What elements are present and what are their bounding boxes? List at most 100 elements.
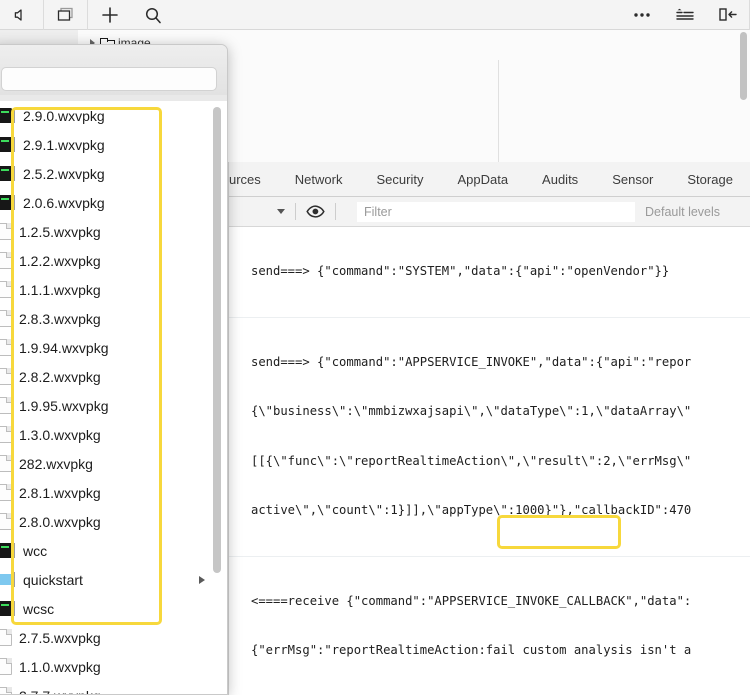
list-detail-icon[interactable] xyxy=(663,0,706,30)
console-line: [[{\"func\":\"reportRealtimeAction\",\"r… xyxy=(251,453,692,468)
terminal-icon xyxy=(0,600,16,617)
tab-sources[interactable]: urces xyxy=(229,162,278,196)
file-name: 2.0.6.wxvpkg xyxy=(23,194,105,211)
devtools-panel: urces Network Security AppData Audits Se… xyxy=(228,162,750,695)
file-name: 2.7.7.wxvpkg xyxy=(19,688,101,695)
tab-sensor[interactable]: Sensor xyxy=(595,162,670,196)
file-icon xyxy=(0,426,12,443)
list-item[interactable]: 282.wxvpkg xyxy=(0,449,227,478)
tab-appdata[interactable]: AppData xyxy=(440,162,525,196)
file-name: 282.wxvpkg xyxy=(19,455,93,472)
list-item[interactable]: 2.7.7.wxvpkg xyxy=(0,681,227,694)
list-item[interactable]: wcsc xyxy=(0,594,227,623)
file-name: 1.9.94.wxvpkg xyxy=(19,339,109,356)
list-item[interactable]: 1.9.95.wxvpkg xyxy=(0,391,227,420)
console-line: {\"business\":\"mmbizwxajsapi\",\"dataTy… xyxy=(251,404,692,418)
file-icon xyxy=(0,310,12,327)
panel-collapse-icon[interactable] xyxy=(706,0,749,30)
console-entry: send===> {"command":"APPSERVICE_INVOKE",… xyxy=(229,318,750,557)
file-name: 2.8.1.wxvpkg xyxy=(19,484,101,501)
tab-audits[interactable]: Audits xyxy=(525,162,595,196)
file-name: 2.8.0.wxvpkg xyxy=(19,513,101,530)
file-name: 1.1.1.wxvpkg xyxy=(19,281,101,298)
terminal-icon xyxy=(0,165,16,182)
speaker-icon[interactable] xyxy=(0,0,43,30)
eye-icon[interactable] xyxy=(306,205,325,218)
window-icon[interactable] xyxy=(44,0,87,30)
list-item[interactable]: wcc xyxy=(0,536,227,565)
app-tree-scrollbar[interactable] xyxy=(740,32,747,100)
list-item[interactable]: 1.3.0.wxvpkg xyxy=(0,420,227,449)
file-name: 1.9.95.wxvpkg xyxy=(19,397,109,414)
tab-network[interactable]: Network xyxy=(278,162,360,196)
toolbar-separator-a xyxy=(295,203,296,220)
terminal-icon xyxy=(0,136,16,153)
console-output: send===> {"command":"SYSTEM","data":{"ap… xyxy=(229,227,750,695)
file-name: quickstart xyxy=(23,571,83,588)
picker-titlebar xyxy=(0,45,227,95)
picker-file-list: 2.9.0.wxvpkg 2.9.1.wxvpkg 2.5.2.wxvpkg 2… xyxy=(0,101,227,694)
chevron-right-icon[interactable] xyxy=(199,576,205,584)
toolbar-right-group xyxy=(620,0,749,30)
context-dropdown-caret-icon[interactable] xyxy=(277,209,285,214)
file-icon xyxy=(0,339,12,356)
file-icon xyxy=(0,658,12,675)
console-entry: <====receive {"command":"APPSERVICE_INVO… xyxy=(229,557,750,695)
file-icon xyxy=(0,223,12,240)
picker-search-input[interactable] xyxy=(1,67,217,91)
screen: image urces Network Security AppData Aud… xyxy=(0,0,750,695)
file-name: 1.1.0.wxvpkg xyxy=(19,658,101,675)
file-name: wcc xyxy=(23,542,48,559)
file-name: 1.2.5.wxvpkg xyxy=(19,223,101,240)
list-item[interactable]: 2.9.0.wxvpkg xyxy=(0,101,227,130)
console-toolbar: Filter Default levels xyxy=(229,197,750,227)
list-item[interactable]: 1.1.0.wxvpkg xyxy=(0,652,227,681)
console-line: send===> {"command":"APPSERVICE_INVOKE",… xyxy=(251,354,692,369)
list-item[interactable]: 1.1.1.wxvpkg xyxy=(0,275,227,304)
file-name: 2.8.3.wxvpkg xyxy=(19,310,101,327)
log-levels-dropdown[interactable]: Default levels xyxy=(645,205,720,219)
file-icon xyxy=(0,397,12,414)
list-item[interactable]: 2.8.2.wxvpkg xyxy=(0,362,227,391)
list-item[interactable]: 2.8.3.wxvpkg xyxy=(0,304,227,333)
filter-input[interactable]: Filter xyxy=(357,201,635,222)
console-line: send===> {"command":"SYSTEM","data":{"ap… xyxy=(251,264,670,278)
file-icon xyxy=(0,687,12,694)
terminal-icon xyxy=(0,542,16,559)
file-icon xyxy=(0,629,12,646)
file-name: 2.5.2.wxvpkg xyxy=(23,165,105,182)
list-item[interactable]: 2.5.2.wxvpkg xyxy=(0,159,227,188)
file-icon xyxy=(0,281,12,298)
console-entry: send===> {"command":"SYSTEM","data":{"ap… xyxy=(229,227,750,318)
file-icon xyxy=(0,484,12,501)
file-icon xyxy=(0,455,12,472)
file-name: 2.7.5.wxvpkg xyxy=(19,629,101,646)
devtools-tabbar: urces Network Security AppData Audits Se… xyxy=(229,162,750,197)
list-item[interactable]: 1.2.2.wxvpkg xyxy=(0,246,227,275)
list-item[interactable]: 2.8.1.wxvpkg xyxy=(0,478,227,507)
search-icon[interactable] xyxy=(131,0,174,30)
list-item[interactable]: quickstart xyxy=(0,565,227,594)
list-item[interactable]: 1.2.5.wxvpkg xyxy=(0,217,227,246)
file-icon xyxy=(0,513,12,530)
list-item[interactable]: 2.9.1.wxvpkg xyxy=(0,130,227,159)
list-item[interactable]: 1.9.94.wxvpkg xyxy=(0,333,227,362)
file-icon xyxy=(0,368,12,385)
list-item[interactable]: 2.8.0.wxvpkg xyxy=(0,507,227,536)
list-item[interactable]: 2.7.5.wxvpkg xyxy=(0,623,227,652)
picker-scrollbar[interactable] xyxy=(213,107,221,573)
toolbar-separator-b xyxy=(335,203,336,220)
file-name: 2.9.1.wxvpkg xyxy=(23,136,105,153)
more-icon[interactable] xyxy=(620,0,663,30)
file-icon xyxy=(0,252,12,269)
list-item[interactable]: 2.0.6.wxvpkg xyxy=(0,188,227,217)
file-picker-window: 2.9.0.wxvpkg 2.9.1.wxvpkg 2.5.2.wxvpkg 2… xyxy=(0,44,228,695)
file-name: 1.2.2.wxvpkg xyxy=(19,252,101,269)
file-name: 2.8.2.wxvpkg xyxy=(19,368,101,385)
console-line: <====receive {"command":"APPSERVICE_INVO… xyxy=(251,593,692,608)
tab-storage[interactable]: Storage xyxy=(670,162,750,196)
folder-icon xyxy=(0,571,16,588)
add-icon[interactable] xyxy=(88,0,131,30)
tab-security[interactable]: Security xyxy=(359,162,440,196)
terminal-icon xyxy=(0,194,16,211)
